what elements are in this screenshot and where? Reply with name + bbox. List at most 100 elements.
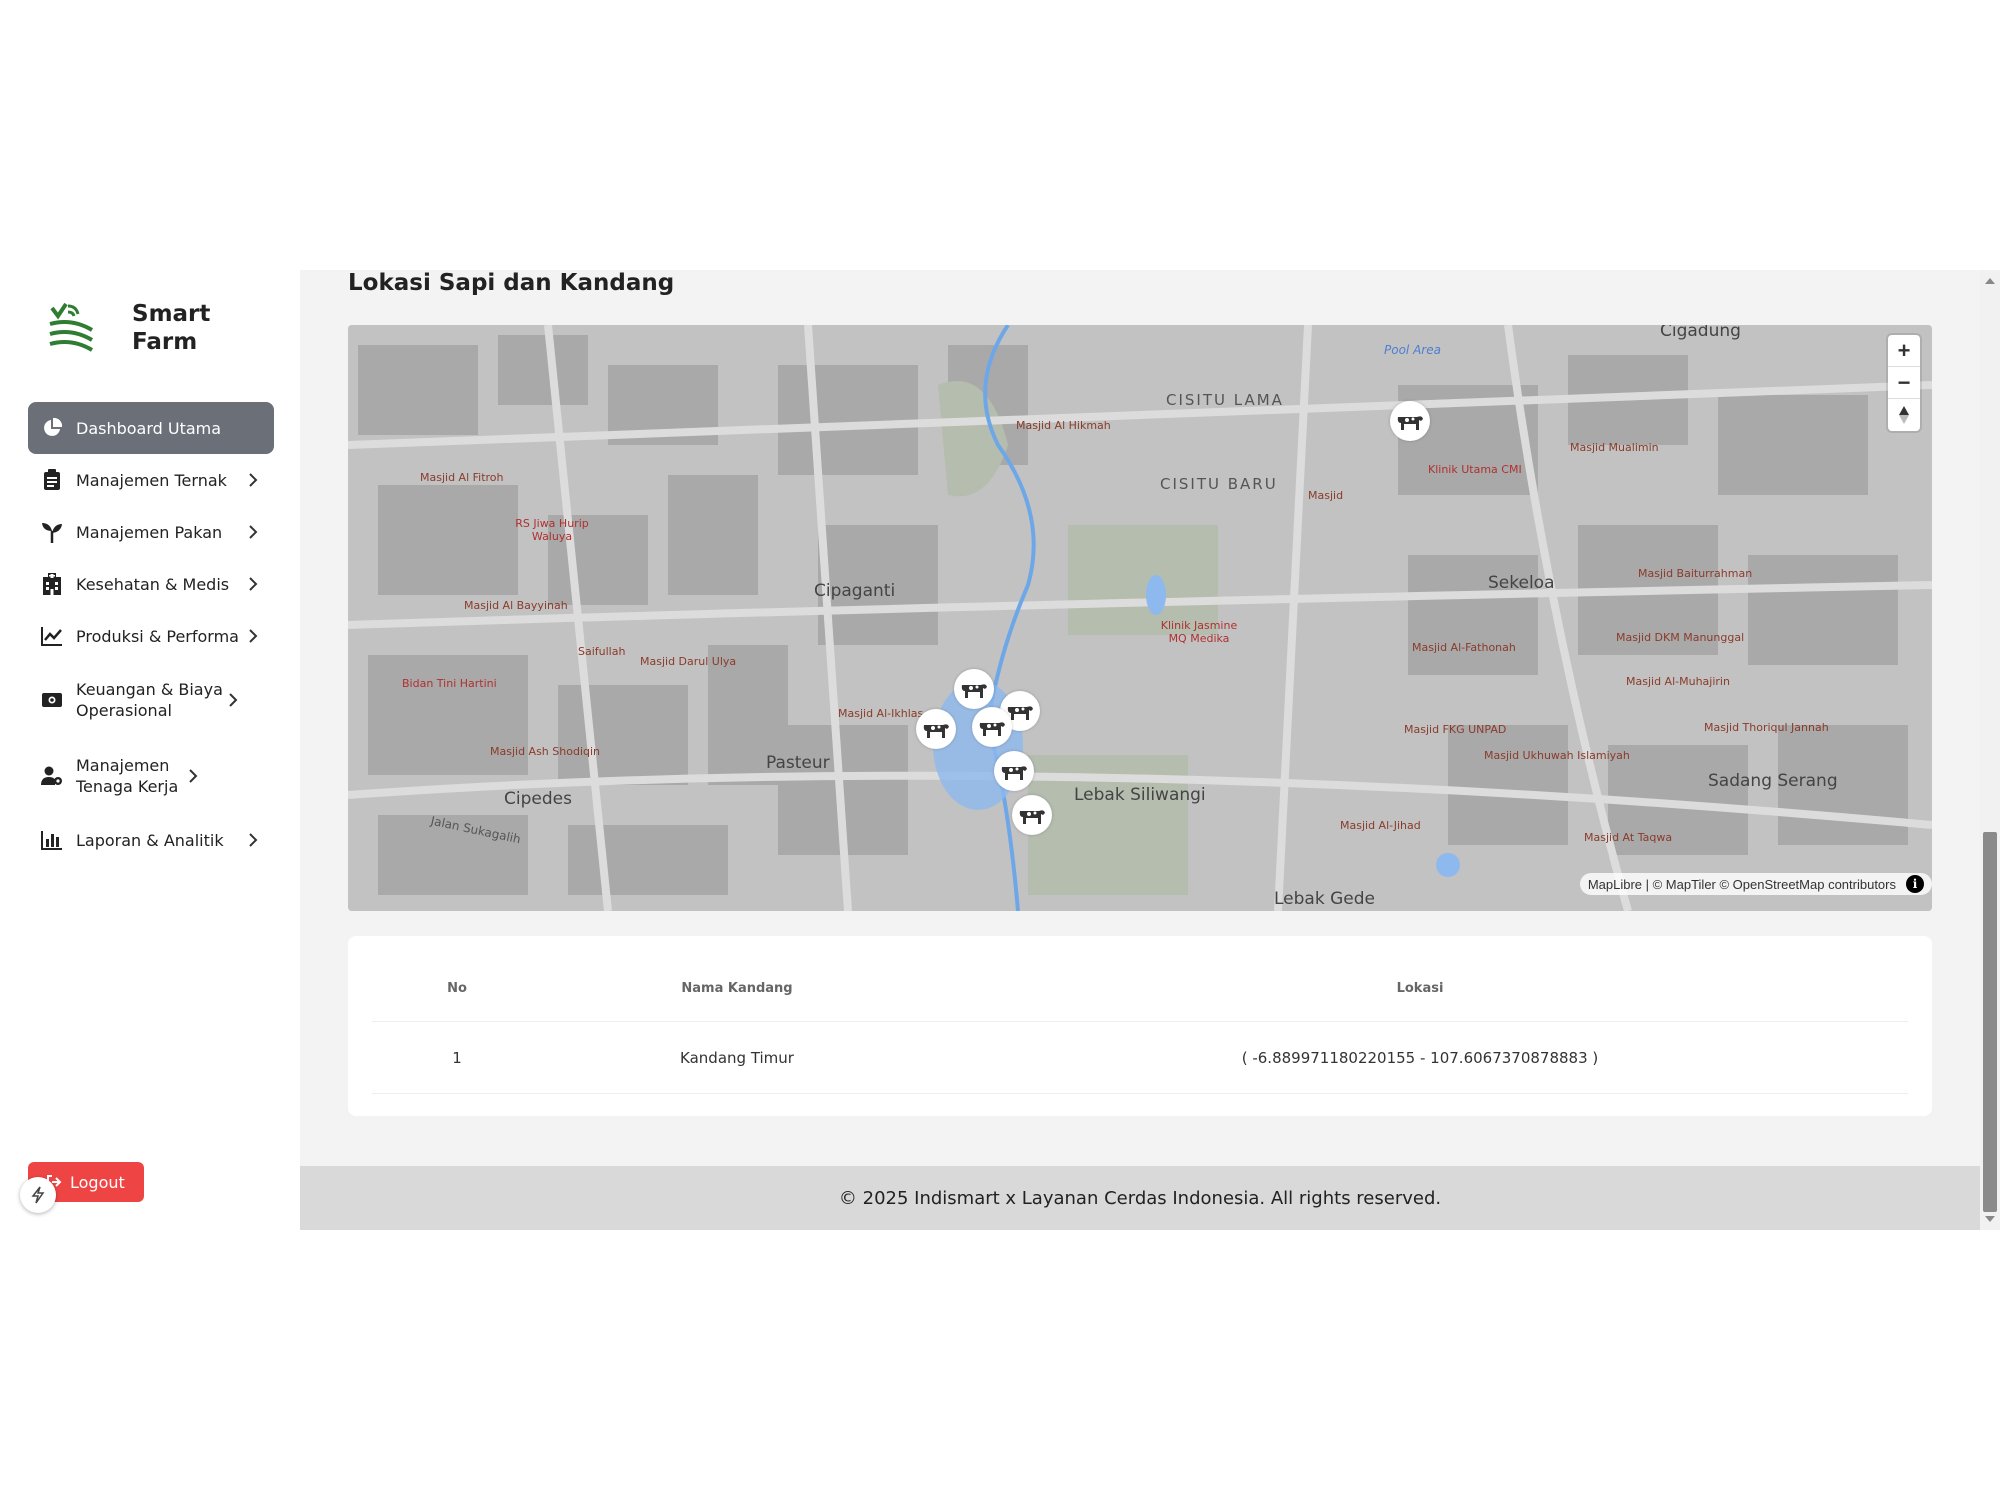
cow-icon	[1001, 766, 1027, 780]
cow-marker[interactable]	[994, 751, 1034, 791]
map-label-poi: Masjid Ash Shodiqin	[490, 745, 601, 758]
map-label-poi: Masjid Ukhuwah Islamiyah	[1484, 749, 1630, 762]
map-label-poi: Saifullah	[578, 645, 626, 658]
chevron-right-icon	[189, 769, 198, 783]
map-label-place: Cigadung	[1660, 325, 1741, 341]
sidebar-item-dashboard[interactable]: Dashboard Utama	[28, 402, 274, 454]
compass-icon	[1899, 406, 1909, 424]
sidebar-item-manajemen-ternak[interactable]: Manajemen Ternak	[28, 454, 274, 506]
sidebar-item-tenaga-kerja[interactable]: Manajemen Tenaga Kerja	[28, 738, 274, 814]
page-title: Lokasi Sapi dan Kandang	[348, 270, 675, 296]
chevron-right-icon	[229, 693, 238, 707]
scroll-down-arrow[interactable]	[1985, 1216, 1995, 1222]
sidebar-menu: Dashboard Utama Manajemen Ternak Manajem…	[28, 402, 274, 866]
map-label-hospital: Bidan Tini Hartini	[402, 677, 497, 690]
zoom-out-button[interactable]: −	[1888, 367, 1920, 399]
pie-chart-icon	[40, 416, 64, 440]
brand-line-1: Smart	[132, 301, 211, 327]
map-label-poi: Masjid FKG UNPAD	[1404, 723, 1507, 736]
cow-marker[interactable]	[916, 709, 956, 749]
sidebar-item-laporan-analitik[interactable]: Laporan & Analitik	[28, 814, 274, 866]
footer-text: © 2025 Indismart x Layanan Cerdas Indone…	[838, 1187, 1442, 1209]
sidebar-item-label: Keuangan & Biaya Operasional	[76, 680, 223, 720]
smart-farm-logo-icon	[49, 302, 94, 352]
kandang-table-card: No Nama Kandang Lokasi 1 Kandang Timur (…	[348, 936, 1932, 1116]
cow-icon	[979, 722, 1005, 736]
chevron-right-icon	[249, 833, 258, 847]
sidebar-item-kesehatan-medis[interactable]: Kesehatan & Medis	[28, 558, 274, 610]
line-chart-icon	[40, 624, 64, 648]
map-label-poi: Masjid Al-Ikhlas	[838, 707, 924, 720]
app-window: Smart Farm Dashboard Utama Manajemen Ter…	[0, 270, 2000, 1230]
map-label-poi: Masjid Baiturrahman	[1638, 567, 1753, 580]
brand-name: Smart Farm	[132, 300, 210, 356]
sidebar-item-label: Manajemen Pakan	[76, 522, 223, 542]
cow-marker[interactable]	[1012, 795, 1052, 835]
map-label-water: Pool Area	[1384, 343, 1441, 357]
map-label-poi: Masjid DKM Manunggal	[1616, 631, 1745, 644]
clipboard-icon	[40, 468, 64, 492]
sidebar-item-produksi-performa[interactable]: Produksi & Performa	[28, 610, 274, 662]
map-label-poi: Masjid Al-Jihad	[1340, 819, 1421, 832]
cow-icon	[923, 724, 949, 738]
map-label-place: Lebak Siliwangi	[1074, 785, 1206, 805]
info-icon[interactable]: i	[1906, 875, 1924, 893]
map-background	[348, 325, 1932, 911]
map-label-hospital: RS Jiwa Hurip Waluya	[515, 517, 589, 543]
map-label-hospital: Klinik Utama CMI	[1428, 463, 1522, 476]
brand-line-2: Farm	[132, 329, 198, 355]
map-label-district: CISITU BARU	[1160, 475, 1278, 493]
cow-marker[interactable]	[1390, 401, 1430, 441]
map-label-poi: Masjid	[1308, 489, 1344, 502]
quick-action-button[interactable]	[20, 1177, 56, 1213]
sidebar: Smart Farm Dashboard Utama Manajemen Ter…	[0, 270, 300, 1230]
map-label-poi: Masjid Mualimin	[1570, 441, 1659, 454]
sidebar-item-keuangan[interactable]: Keuangan & Biaya Operasional	[28, 662, 274, 738]
map-label-place: Cipedes	[504, 789, 572, 809]
map-label-poi: Masjid Al Bayyinah	[464, 599, 568, 612]
brand[interactable]: Smart Farm	[48, 300, 210, 356]
map-label-poi: Masjid Al-Muhajirin	[1626, 675, 1730, 688]
map-view[interactable]: Cigadung Cipaganti Sekeloa Pasteur Ciped…	[348, 325, 1932, 911]
cell-lokasi: ( -6.889971180220155 - 107.6067370878883…	[1241, 1048, 1599, 1067]
scrollbar-thumb[interactable]	[1983, 832, 1997, 1212]
map-zoom-controls: + −	[1888, 335, 1920, 431]
header-no: No	[447, 981, 467, 996]
sidebar-item-label: Laporan & Analitik	[76, 830, 224, 850]
logout-label: Logout	[70, 1172, 125, 1192]
sidebar-item-label: Dashboard Utama	[76, 418, 222, 438]
header-lokasi: Lokasi	[1396, 981, 1444, 996]
main-content: Lokasi Sapi dan Kandang Cigadung Cipagan…	[300, 270, 1980, 1230]
compass-button[interactable]	[1888, 399, 1920, 431]
cell-nama-kandang: Kandang Timur	[680, 1048, 794, 1067]
sidebar-item-label: Produksi & Performa	[76, 626, 239, 646]
map-label-poi: Masjid Darul Ulya	[640, 655, 737, 668]
map-label-place: Sekeloa	[1488, 573, 1555, 593]
attribution-text: MapLibre | © MapTiler © OpenStreetMap co…	[1587, 876, 1896, 892]
zoom-in-button[interactable]: +	[1888, 335, 1920, 367]
cow-icon	[961, 684, 987, 698]
cow-marker[interactable]	[954, 669, 994, 709]
map-attribution: MapLibre | © MapTiler © OpenStreetMap co…	[1579, 873, 1932, 895]
user-gear-icon	[40, 764, 64, 788]
map-label-place: Cipaganti	[814, 581, 896, 601]
map-label-poi: Masjid Al Fitroh	[420, 471, 504, 484]
cell-no: 1	[452, 1048, 462, 1067]
table-row[interactable]: 1 Kandang Timur ( -6.889971180220155 - 1…	[372, 1022, 1908, 1094]
chevron-right-icon	[249, 577, 258, 591]
bar-chart-icon	[40, 828, 64, 852]
money-icon	[40, 688, 64, 712]
cow-marker[interactable]	[972, 707, 1012, 747]
map-label-place: Lebak Gede	[1274, 889, 1375, 909]
scroll-up-arrow[interactable]	[1985, 278, 1995, 284]
chevron-right-icon	[249, 629, 258, 643]
chevron-right-icon	[249, 473, 258, 487]
chevron-right-icon	[249, 525, 258, 539]
page-scrollbar[interactable]	[1980, 270, 2000, 1230]
map-label-poi: Masjid Thoriqul Jannah	[1704, 721, 1829, 734]
seedling-icon	[40, 520, 64, 544]
map-label-poi: Masjid Al-Fathonah	[1412, 641, 1516, 654]
sidebar-item-manajemen-pakan[interactable]: Manajemen Pakan	[28, 506, 274, 558]
sidebar-item-label: Kesehatan & Medis	[76, 574, 230, 594]
sidebar-item-label: Manajemen Ternak	[76, 470, 227, 490]
